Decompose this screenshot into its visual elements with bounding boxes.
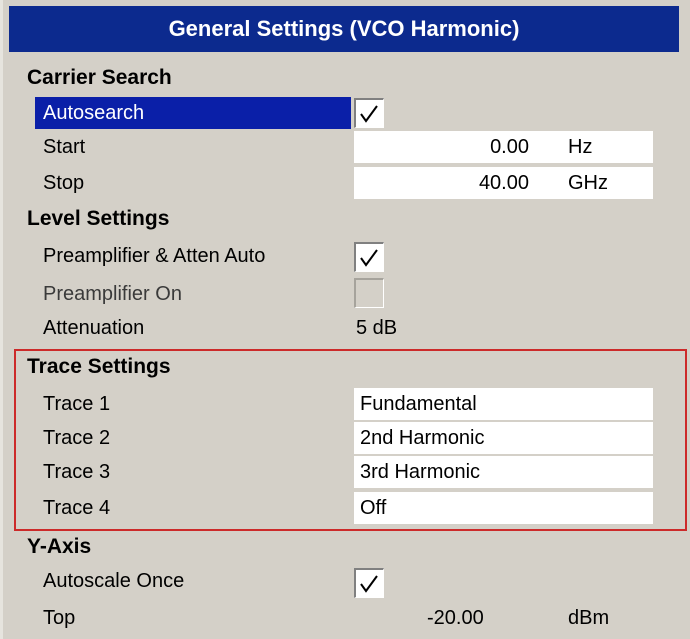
preamp-on-label: Preamplifier On xyxy=(43,283,182,305)
start-label: Start xyxy=(43,136,86,158)
preamp-atten-auto-label: Preamplifier & Atten Auto xyxy=(43,245,266,267)
trace-2-field[interactable]: 2nd Harmonic xyxy=(354,422,653,454)
stop-label: Stop xyxy=(43,172,85,194)
trace-2-value: 2nd Harmonic xyxy=(360,427,485,449)
top-label: Top xyxy=(43,607,76,629)
section-heading-y-axis: Y-Axis xyxy=(27,535,92,558)
section-heading-carrier-search: Carrier Search xyxy=(27,66,172,89)
trace-4-field[interactable]: Off xyxy=(354,492,653,524)
trace-1-value: Fundamental xyxy=(360,393,477,415)
autosearch-checkbox[interactable] xyxy=(354,98,384,128)
top-value[interactable]: -20.00 xyxy=(427,602,484,634)
attenuation-label: Attenuation xyxy=(43,317,145,339)
start-value: 0.00 xyxy=(490,136,529,158)
trace-1-field[interactable]: Fundamental xyxy=(354,388,653,420)
trace-1-label: Trace 1 xyxy=(43,393,111,415)
section-heading-level-settings: Level Settings xyxy=(27,207,170,230)
stop-value: 40.00 xyxy=(478,172,529,194)
start-frequency-field[interactable]: 0.00 Hz xyxy=(354,131,653,163)
general-settings-dialog: General Settings (VCO Harmonic) Carrier … xyxy=(0,0,690,639)
trace-3-value: 3rd Harmonic xyxy=(360,461,481,483)
top-unit: dBm xyxy=(568,607,610,629)
trace-4-value: Off xyxy=(360,497,387,519)
trace-4-label: Trace 4 xyxy=(43,497,111,519)
autoscale-once-label: Autoscale Once xyxy=(43,570,185,592)
checkmark-icon xyxy=(360,249,378,267)
trace-2-label: Trace 2 xyxy=(43,427,111,449)
preamp-atten-auto-checkbox[interactable] xyxy=(354,242,384,272)
attenuation-value: 5 dB xyxy=(356,317,398,339)
trace-3-field[interactable]: 3rd Harmonic xyxy=(354,456,653,488)
stop-frequency-field[interactable]: 40.00 GHz xyxy=(354,167,653,199)
dialog-title: General Settings (VCO Harmonic) xyxy=(9,6,679,52)
autoscale-once-checkbox[interactable] xyxy=(354,568,384,598)
start-unit: Hz xyxy=(568,136,593,158)
autosearch-label[interactable]: Autosearch xyxy=(35,97,351,129)
checkmark-icon xyxy=(360,575,378,593)
trace-3-label: Trace 3 xyxy=(43,461,111,483)
preamp-on-checkbox[interactable] xyxy=(354,278,384,308)
checkmark-icon xyxy=(360,105,378,123)
stop-unit: GHz xyxy=(568,172,608,194)
section-heading-trace-settings: Trace Settings xyxy=(27,355,171,378)
